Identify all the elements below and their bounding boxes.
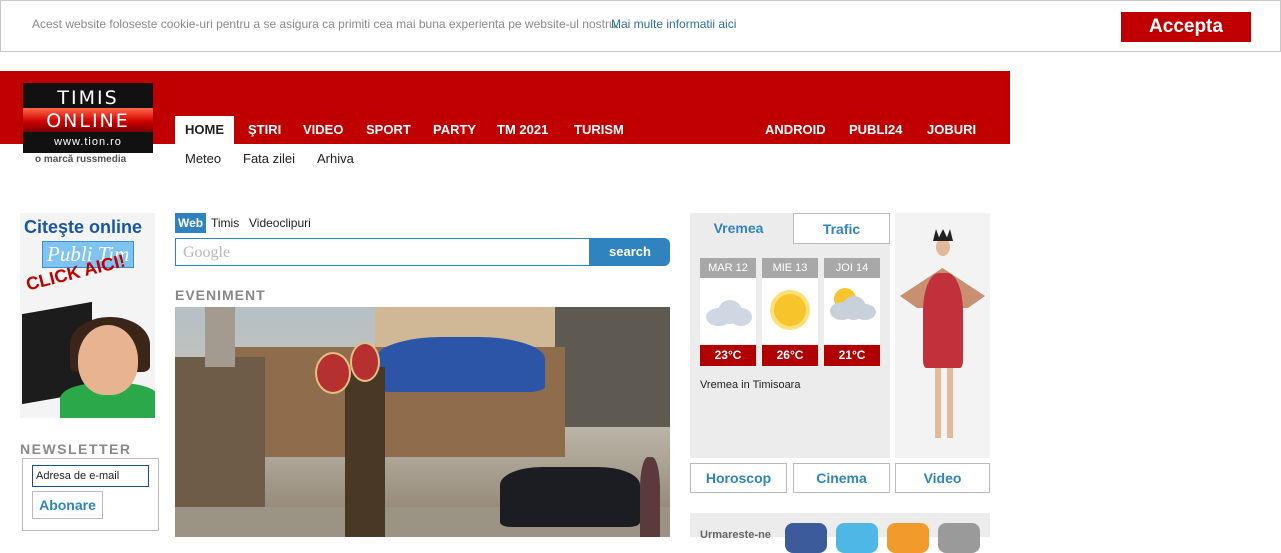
subnav-arhiva[interactable]: Arhiva	[317, 151, 354, 166]
publi-tim-ad[interactable]: Citeşte online Publi Tim CLICK AICI!	[20, 213, 155, 418]
nav-sport[interactable]: SPORT	[356, 116, 421, 144]
cloud-icon	[700, 278, 756, 344]
fashion-dress	[923, 273, 963, 368]
cookie-accept-button[interactable]: Accepta	[1121, 12, 1251, 42]
weather-day-temp: 21°C	[824, 345, 880, 366]
photo-pipes	[205, 307, 235, 367]
photo-car	[500, 467, 640, 527]
cookie-more-link[interactable]: Mai multe informatii aici	[611, 17, 736, 31]
search-tab-web[interactable]: Web	[175, 213, 207, 233]
site-logo[interactable]: TIMIS ONLINE www.tion.ro	[23, 83, 153, 153]
photo-person	[640, 457, 660, 537]
cookie-message: Acest website foloseste cookie-uri pentr…	[32, 17, 619, 31]
nav-home[interactable]: HOME	[175, 116, 234, 144]
weather-day-label: MIE 13	[762, 258, 818, 278]
search-tab-timis[interactable]: Timis	[211, 213, 239, 233]
search-placeholder: Google	[183, 244, 231, 261]
nav-stiri[interactable]: ŞTIRI	[238, 116, 291, 144]
ad-line-1: Citeşte online	[24, 217, 143, 237]
fashion-headpiece	[933, 229, 953, 241]
photo-umbrellas	[375, 337, 545, 392]
weather-day-label: JOI 14	[824, 258, 880, 278]
nav-party[interactable]: PARTY	[423, 116, 486, 144]
nav-joburi[interactable]: JOBURI	[917, 116, 986, 144]
subnav-meteo[interactable]: Meteo	[185, 151, 221, 166]
weather-day: MAR 12 23°C	[700, 258, 756, 366]
search-tab-videoclipuri[interactable]: Videoclipuri	[249, 213, 311, 233]
storm-icon	[824, 278, 880, 344]
logo-line-1: TIMIS	[57, 87, 119, 109]
nav-tm2021[interactable]: TM 2021	[487, 116, 558, 144]
nav-publi24[interactable]: PUBLI24	[839, 116, 912, 144]
nav-android[interactable]: ANDROID	[755, 116, 836, 144]
fashion-ad[interactable]	[895, 213, 990, 458]
newsletter-subscribe-button[interactable]: Abonare	[32, 491, 103, 519]
nav-turism[interactable]: TURISM	[564, 116, 634, 144]
weather-day-label: MAR 12	[700, 258, 756, 278]
video-button[interactable]: Video	[895, 463, 990, 493]
ad-person-face	[78, 325, 138, 395]
subnav-fata-zilei[interactable]: Fata zilei	[243, 151, 295, 166]
logo-tagline: o marcă russmedia	[35, 154, 127, 165]
newsletter-email-input[interactable]	[32, 465, 149, 487]
nav-video[interactable]: VIDEO	[293, 116, 353, 144]
photo-background-building	[555, 307, 670, 427]
logo-url: www.tion.ro	[54, 136, 122, 148]
photo-sign	[350, 342, 380, 382]
fashion-leg	[947, 368, 953, 438]
article-photo[interactable]	[175, 307, 670, 537]
photo-tree-trunk	[345, 367, 385, 537]
section-heading: EVENIMENT	[175, 287, 266, 303]
rss-icon[interactable]	[887, 523, 929, 553]
newsletter-heading: NEWSLETTER	[20, 441, 132, 457]
logo-line-2: ONLINE	[46, 110, 130, 132]
weather-day: JOI 14 21°C	[824, 258, 880, 366]
tab-trafic[interactable]: Trafic	[793, 213, 890, 244]
sun-icon	[762, 278, 818, 344]
tab-vremea[interactable]: Vremea	[690, 213, 787, 244]
email-icon[interactable]	[938, 523, 980, 553]
weather-day-temp: 23°C	[700, 345, 756, 366]
cookie-bar: Acest website foloseste cookie-uri pentr…	[0, 0, 1281, 52]
twitter-icon[interactable]	[836, 523, 878, 553]
facebook-icon[interactable]	[785, 523, 827, 553]
cinema-button[interactable]: Cinema	[793, 463, 890, 493]
weather-day-temp: 26°C	[762, 345, 818, 366]
search-input[interactable]	[175, 238, 590, 266]
fashion-leg	[935, 368, 941, 438]
search-button[interactable]: search	[590, 238, 670, 266]
weather-day: MIE 13 26°C	[762, 258, 818, 366]
follow-label: Urmareste-ne	[700, 529, 771, 541]
horoscop-button[interactable]: Horoscop	[690, 463, 787, 493]
weather-city-text[interactable]: Vremea in Timisoara	[700, 379, 800, 391]
photo-sign	[315, 352, 351, 394]
